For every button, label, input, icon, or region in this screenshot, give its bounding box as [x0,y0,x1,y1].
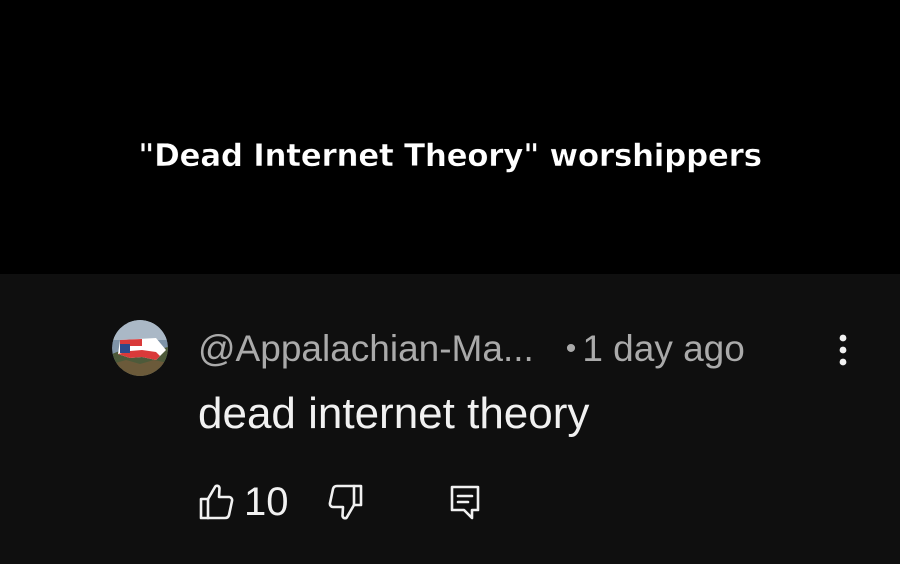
avatar-image [112,320,168,376]
thumbs-down-icon [328,484,363,520]
like-count: 10 [244,479,289,524]
video-frame: "Dead Internet Theory" worshippers @Appa… [0,0,900,564]
meta-separator: • [565,332,577,365]
comment-meta: @Appalachian-Ma... • 1 day ago [198,323,745,375]
author-handle[interactable]: @Appalachian-Ma... [198,328,534,370]
reply-button[interactable] [448,476,482,528]
comment-timestamp: 1 day ago [582,328,745,369]
avatar[interactable] [112,320,168,376]
reply-comment-icon [450,485,480,520]
thumbs-up-icon [199,484,234,520]
video-caption-area: "Dead Internet Theory" worshippers [0,0,900,274]
video-caption: "Dead Internet Theory" worshippers [138,138,762,175]
like-button[interactable]: 10 [198,476,289,528]
dislike-button[interactable] [328,476,364,528]
more-vert-icon [839,334,847,366]
more-options-button[interactable] [832,330,854,370]
comment-text: dead internet theory [198,389,590,438]
